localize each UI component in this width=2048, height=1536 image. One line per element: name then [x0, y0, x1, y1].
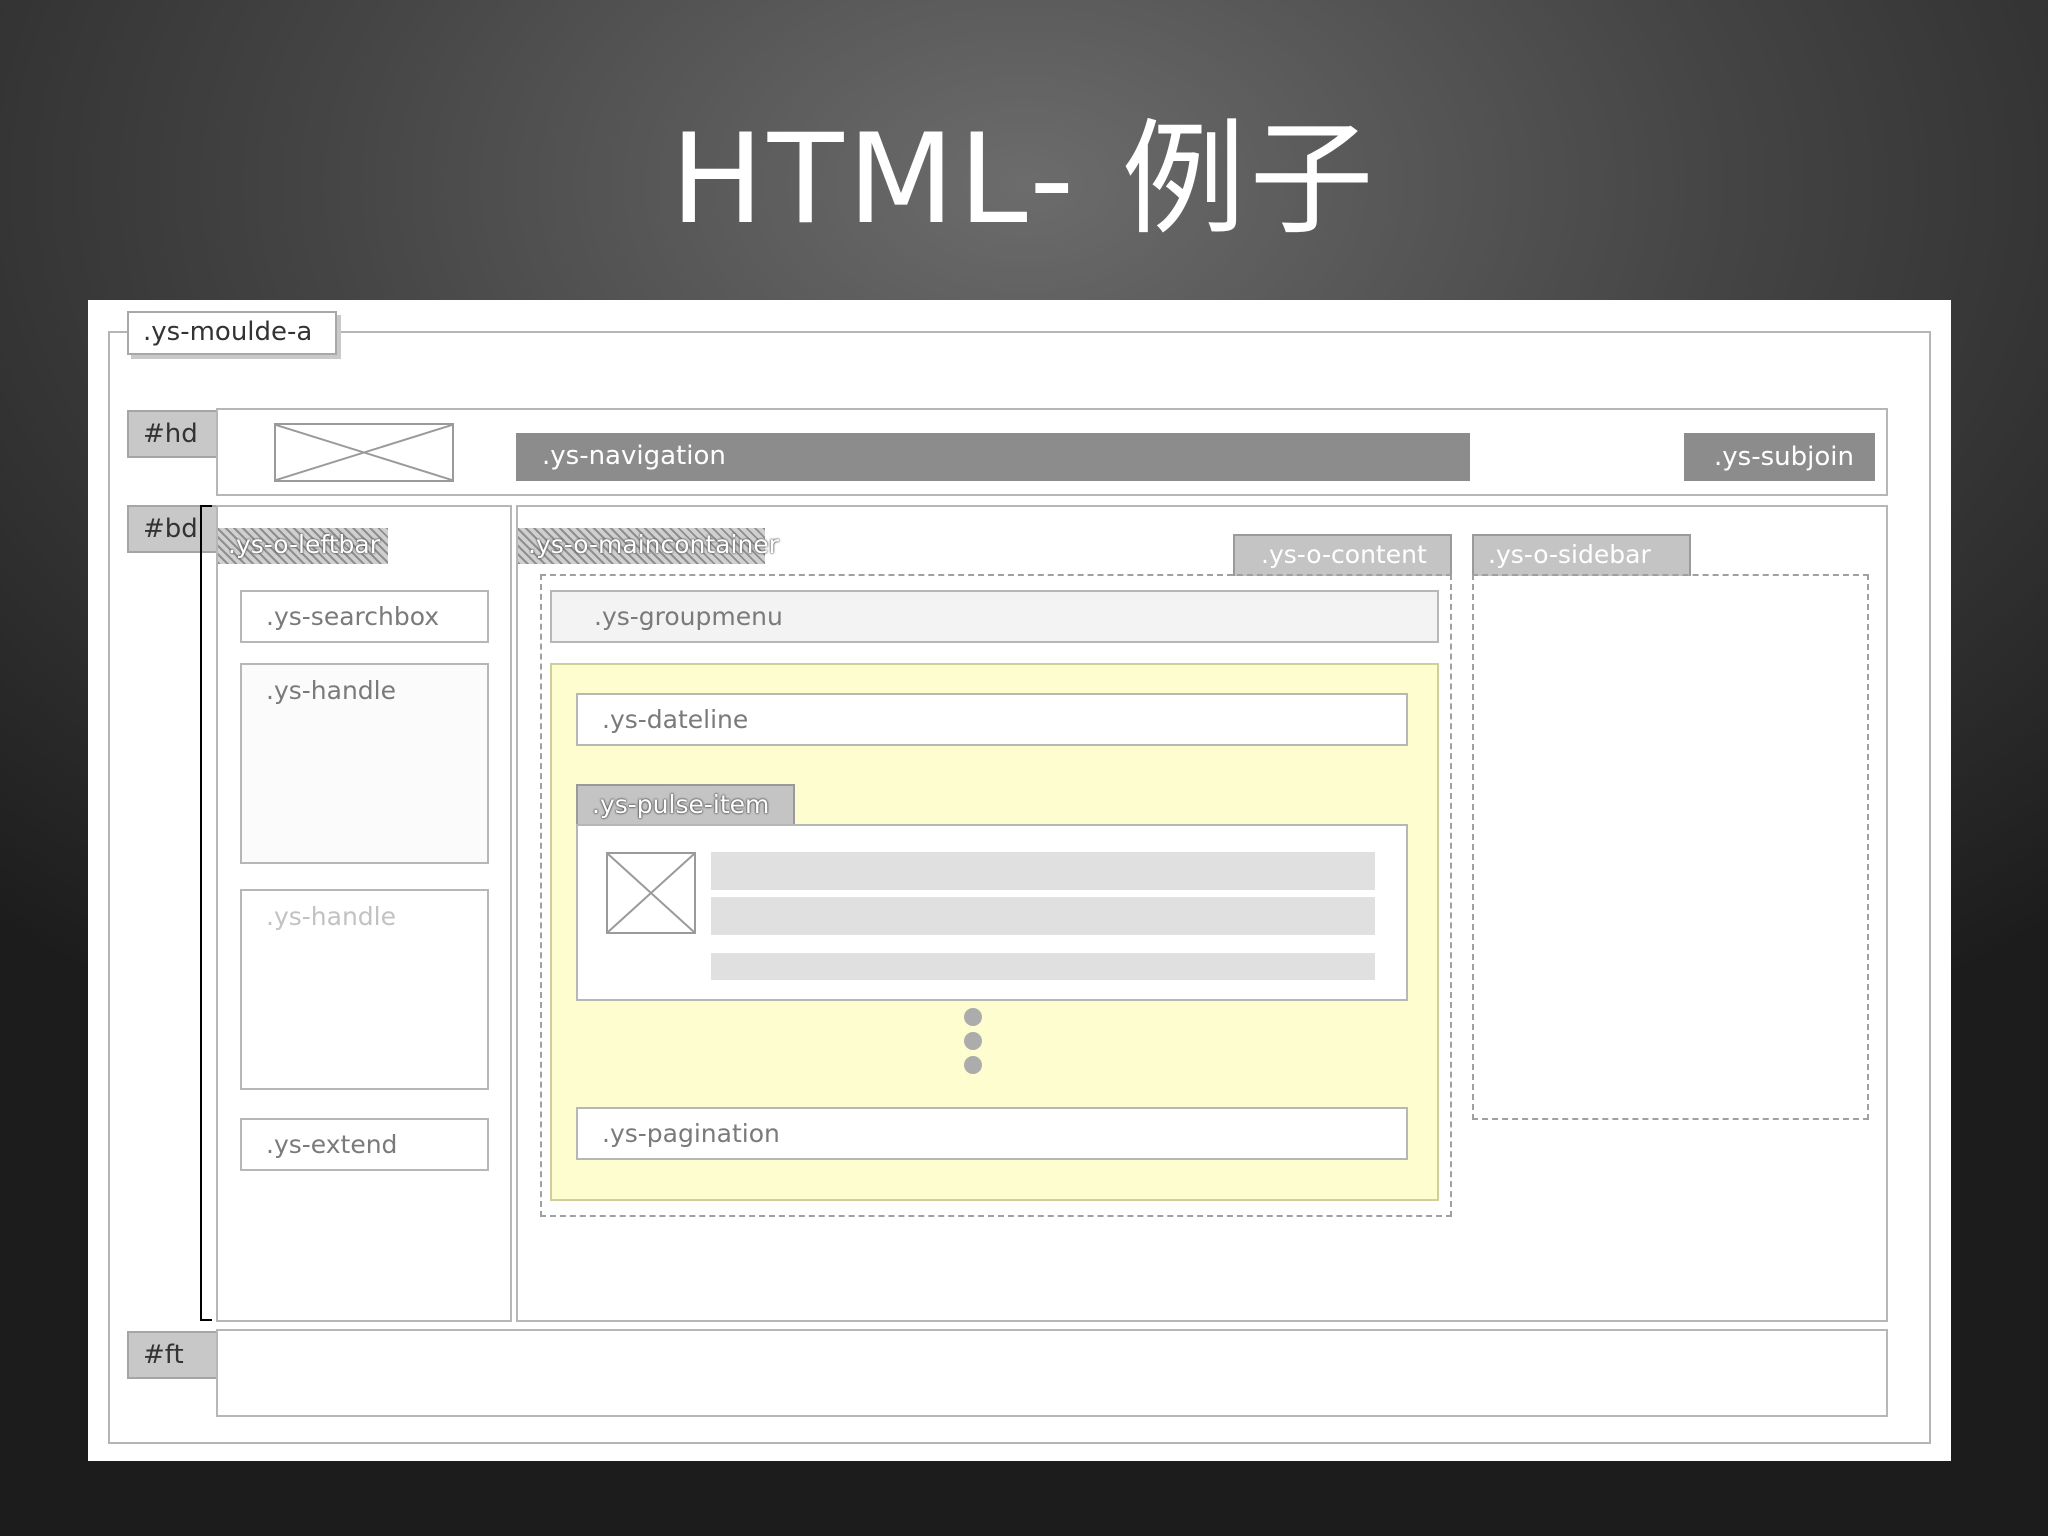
image-placeholder-icon — [608, 854, 694, 932]
body-bracket — [200, 505, 212, 1321]
maincontainer-label: .ys-o-maincontainer — [518, 528, 779, 564]
searchbox: .ys-searchbox — [240, 590, 489, 643]
pulse-text-line-2 — [711, 897, 1375, 935]
header-id-tab: #hd — [127, 410, 217, 458]
pulse-text-line-1 — [711, 852, 1375, 890]
pagination-bar: .ys-pagination — [576, 1107, 1408, 1160]
slide-title: HTML- 例子 — [670, 108, 1378, 252]
sidebar-tab: .ys-o-sidebar — [1472, 534, 1691, 576]
continuation-dots — [964, 1008, 984, 1080]
dateline-bar: .ys-dateline — [576, 693, 1408, 746]
pulse-thumbnail — [606, 852, 696, 934]
content-tab: .ys-o-content — [1233, 534, 1452, 576]
sidebar-region — [1472, 574, 1869, 1120]
image-placeholder-icon — [276, 425, 452, 480]
footer-region — [216, 1329, 1888, 1417]
logo-placeholder — [274, 423, 454, 482]
handle-box-2: .ys-handle — [240, 889, 489, 1090]
diagram-panel: .ys-moulde-a #hd .ys-navigation .ys-subj… — [88, 300, 1951, 1461]
footer-id-tab: #ft — [127, 1331, 217, 1379]
navigation-bar: .ys-navigation — [516, 433, 1470, 481]
pulse-text-line-3 — [711, 953, 1375, 980]
pulse-item-tab: .ys-pulse-item — [576, 784, 795, 826]
handle-box-1: .ys-handle — [240, 663, 489, 864]
subjoin-bar: .ys-subjoin — [1684, 433, 1875, 481]
module-label: .ys-moulde-a — [127, 311, 337, 355]
groupmenu-bar: .ys-groupmenu — [550, 590, 1439, 643]
extend-box: .ys-extend — [240, 1118, 489, 1171]
leftbar-label: .ys-o-leftbar — [218, 528, 388, 564]
